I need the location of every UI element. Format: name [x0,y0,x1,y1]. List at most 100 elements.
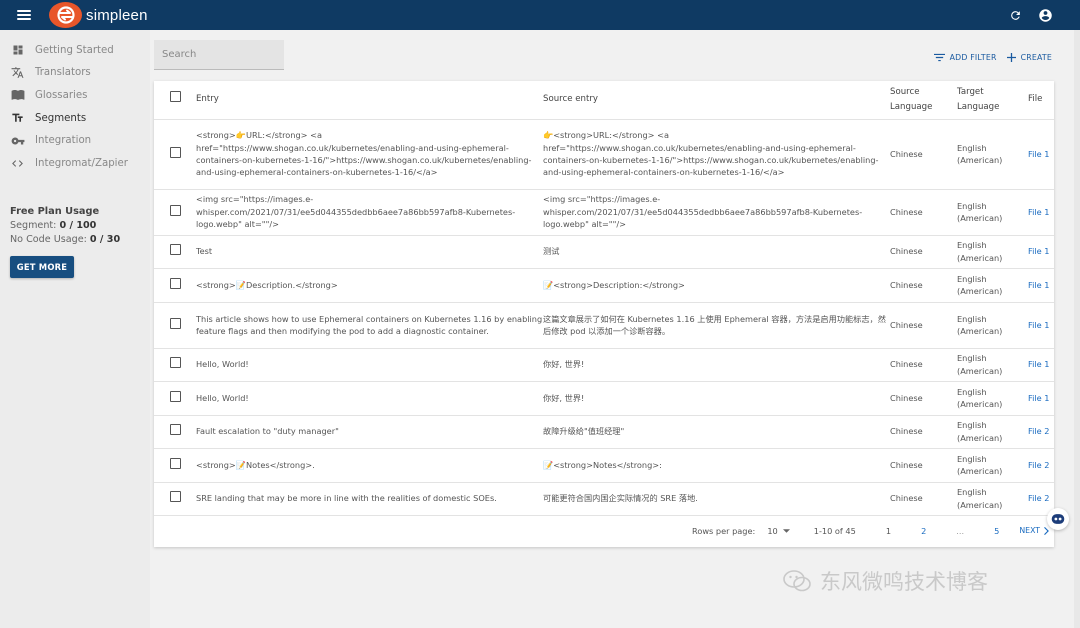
file-link[interactable]: File 2 [1028,460,1050,470]
cell-target-language: English (American) [957,386,1003,409]
sidebar-item-translators[interactable]: Translators [0,62,150,85]
get-more-button[interactable]: GET MORE [10,255,74,278]
table-row[interactable]: Fault escalation to "duty manager" 故障升级给"… [154,415,1054,448]
file-link[interactable]: File 1 [1028,207,1050,217]
file-link[interactable]: File 2 [1028,493,1050,503]
menu-icon[interactable] [17,10,31,20]
select-all-checkbox[interactable] [169,91,181,103]
sidebar-item-integration[interactable]: Integration [0,129,150,152]
cell-source-entry[interactable]: 📝<strong>Description:</strong> [543,268,890,302]
cell-target-language: English (American) [957,487,1003,510]
row-checkbox[interactable] [169,317,181,329]
row-checkbox[interactable] [169,204,181,216]
chevron-right-icon [1044,526,1049,535]
table-row[interactable]: <img src="https://images.e-whisper.com/2… [154,189,1054,235]
cell-source-language: Chinese [890,319,923,330]
table-body: <strong>👉URL:</strong> <a href="https://… [154,119,1054,515]
row-checkbox[interactable] [169,357,181,369]
table-row[interactable]: <strong>👉URL:</strong> <a href="https://… [154,119,1054,189]
refresh-icon[interactable] [1007,7,1023,23]
cell-entry[interactable]: SRE landing that may be more in line wit… [196,482,543,515]
table-row[interactable]: This article shows how to use Ephemeral … [154,302,1054,348]
file-link[interactable]: File 1 [1028,320,1050,330]
cell-entry[interactable]: <strong>👉URL:</strong> <a href="https://… [196,119,543,189]
sidebar-item-glossaries[interactable]: Glossaries [0,84,150,107]
account-icon[interactable] [1037,7,1053,23]
cell-source-entry[interactable]: 这篇文章展示了如何在 Kubernetes 1.16 上使用 Ephemeral… [543,302,890,348]
header-entry[interactable]: Entry [196,81,543,119]
cell-entry[interactable]: Hello, World! [196,381,543,415]
row-checkbox[interactable] [169,390,181,402]
app-logo[interactable]: simpleen [49,2,148,28]
segment-usage-value: 0 / 100 [59,219,97,231]
watermark-text: 东风微鸣技术博客 [820,570,988,594]
file-link[interactable]: File 1 [1028,393,1050,403]
cell-source-entry[interactable]: 📝<strong>Notes</strong>: [543,448,890,482]
cell-entry[interactable]: <img src="https://images.e-whisper.com/2… [196,189,543,235]
create-button[interactable]: CREATE [1006,53,1052,62]
cell-entry[interactable]: Test [196,235,543,268]
create-label: CREATE [1020,53,1052,62]
sidebar-item-label: Glossaries [35,89,88,101]
cell-source-language: Chinese [890,459,923,470]
table-row[interactable]: Hello, World! 你好, 世界! Chinese English (Amer… [154,381,1054,415]
book-icon [10,89,25,102]
header-target-language[interactable]: Target Language [957,81,1028,119]
header-file[interactable]: File [1028,81,1054,119]
cell-source-language: Chinese [890,246,923,257]
row-checkbox[interactable] [169,277,181,289]
cell-source-entry[interactable]: <img src="https://images.e-whisper.com/2… [543,189,890,235]
page-2[interactable]: 2 [921,526,926,536]
cell-source-language: Chinese [890,279,923,290]
add-filter-button[interactable]: ADD FILTER [933,53,997,62]
file-link[interactable]: File 1 [1028,149,1050,159]
row-checkbox[interactable] [169,491,181,503]
cell-entry[interactable]: Fault escalation to "duty manager" [196,415,543,448]
cell-source-entry[interactable]: 可能更符合国内国企实际情况的 SRE 落地. [543,482,890,515]
file-link[interactable]: File 1 [1028,359,1050,369]
header-source-language[interactable]: Source Language [890,81,957,119]
table-row[interactable]: <strong>📝Notes</strong>. 📝<strong>Notes</… [154,448,1054,482]
header-source-entry[interactable]: Source entry [543,81,890,119]
chat-widget-icon[interactable] [1047,508,1069,530]
page-1[interactable]: 1 [886,526,891,536]
cell-source-entry[interactable]: 你好, 世界! [543,348,890,381]
search-input[interactable]: Search [154,40,284,70]
file-link[interactable]: File 1 [1028,246,1050,256]
page-scrollbar[interactable] [1074,30,1080,628]
list-toolbar: ADD FILTER CREATE [933,53,1052,62]
sidebar-item-label: Integration [35,135,92,147]
page-5[interactable]: 5 [994,526,999,536]
cell-target-language: English (American) [957,273,1003,296]
cell-source-language: Chinese [890,493,923,504]
row-checkbox[interactable] [169,244,181,256]
sidebar-item-label: Segments [35,112,87,124]
row-checkbox[interactable] [169,146,181,158]
cell-source-entry[interactable]: 故障升级给"值班经理" [543,415,890,448]
sidebar-item-getting-started[interactable]: Getting Started [0,39,150,62]
row-checkbox[interactable] [169,424,181,436]
table-row[interactable]: Hello, World! 你好, 世界! Chinese English (Amer… [154,348,1054,381]
cell-target-language: English (American) [957,353,1003,376]
table-row[interactable]: SRE landing that may be more in line wit… [154,482,1054,515]
table-row[interactable]: <strong>📝Description.</strong> 📝<strong>D… [154,268,1054,302]
cell-source-language: Chinese [890,359,923,370]
sidebar-item-segments[interactable]: Segments [0,107,150,130]
cell-entry[interactable]: Hello, World! [196,348,543,381]
cell-entry[interactable]: <strong>📝Notes</strong>. [196,448,543,482]
table-row[interactable]: Test 测试 Chinese English (American) File 1 [154,235,1054,268]
rows-per-page-select[interactable]: 10 [767,526,790,536]
sidebar-item-integromat-zapier[interactable]: Integromat/Zapier [0,152,150,175]
next-page-button[interactable]: NEXT [1019,526,1049,535]
row-checkbox[interactable] [169,457,181,469]
code-icon [10,157,25,170]
cell-source-entry[interactable]: 测试 [543,235,890,268]
file-link[interactable]: File 2 [1028,426,1050,436]
cell-source-entry[interactable]: 👉<strong>URL:</strong> <a href="https://… [543,119,890,189]
file-link[interactable]: File 1 [1028,280,1050,290]
cell-source-entry[interactable]: 你好, 世界! [543,381,890,415]
cell-entry[interactable]: <strong>📝Description.</strong> [196,268,543,302]
plan-usage-title: Free Plan Usage [10,205,100,217]
cell-entry[interactable]: This article shows how to use Ephemeral … [196,302,543,348]
sidebar: Getting Started Translators Glossaries S… [0,30,150,628]
